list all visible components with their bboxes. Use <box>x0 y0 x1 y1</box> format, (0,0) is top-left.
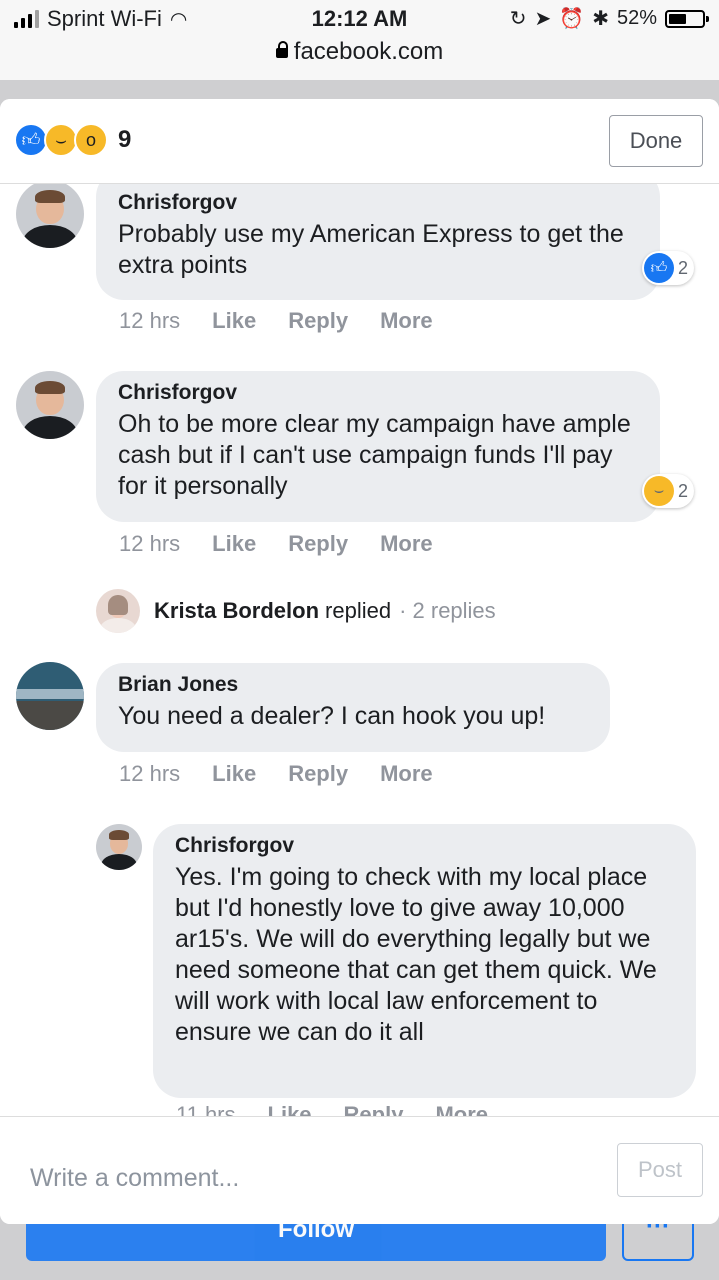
like-button[interactable]: Like <box>212 531 256 557</box>
comment-reaction-badge[interactable]: ⌣ 2 <box>642 474 695 508</box>
comment-composer: Post <box>0 1116 719 1224</box>
reaction-count: 9 <box>118 126 132 153</box>
battery-percent: 52% <box>616 7 657 29</box>
comment-author[interactable]: Chrisforgov <box>118 191 638 215</box>
more-button[interactable]: More <box>435 1102 488 1116</box>
rotation-lock-icon: ↻ <box>509 8 527 30</box>
sheet-header: 👍︎ ⌣ o 9 Done <box>0 99 719 184</box>
done-button[interactable]: Done <box>609 115 703 167</box>
post-button[interactable]: Post <box>617 1143 703 1197</box>
comment-actions: 12 hrs Like Reply More <box>119 308 433 334</box>
comment-input[interactable] <box>28 1157 592 1199</box>
comment-bubble: Chrisforgov Probably use my American Exp… <box>96 183 660 300</box>
replier-name: Krista Bordelon <box>154 598 320 623</box>
comment-text: You need a dealer? I can hook you up! <box>118 702 546 730</box>
comment-time[interactable]: 12 hrs <box>119 761 180 787</box>
reply-time[interactable]: 11 hrs <box>176 1102 236 1116</box>
avatar[interactable] <box>96 824 142 870</box>
battery-icon <box>665 9 709 28</box>
haha-icon: ⌣ <box>644 476 674 506</box>
status-bar: Sprint Wi-Fi ◠ 12:12 AM ↻ ➤ ⏰ ✱ 52% face… <box>0 0 719 80</box>
comment-text: Probably use my American Express to get … <box>118 220 624 279</box>
avatar <box>96 589 140 633</box>
wow-icon: o <box>74 123 108 157</box>
more-button[interactable]: More <box>380 308 433 334</box>
reaction-count: 2 <box>678 480 689 501</box>
comment-author[interactable]: Chrisforgov <box>118 381 638 405</box>
avatar[interactable] <box>16 662 84 730</box>
alarm-icon: ⏰ <box>559 8 585 30</box>
like-button[interactable]: Like <box>212 761 256 787</box>
comment-text: Oh to be more clear my campaign have amp… <box>118 410 631 500</box>
comment-time[interactable]: 12 hrs <box>119 531 180 557</box>
reply-author[interactable]: Chrisforgov <box>175 834 674 858</box>
reply-count: · 2 replies <box>399 598 496 623</box>
url-text: facebook.com <box>293 38 444 65</box>
more-button[interactable]: More <box>380 761 433 787</box>
reply-button[interactable]: Reply <box>288 308 348 334</box>
avatar[interactable] <box>16 371 84 439</box>
avatar[interactable] <box>16 183 84 248</box>
status-icons: ↻ ➤ ⏰ ✱ 52% <box>509 6 709 31</box>
reaction-count: 2 <box>678 257 689 278</box>
reply-button[interactable]: Reply <box>344 1102 404 1116</box>
like-icon: 👍︎ <box>14 123 48 157</box>
comment-author[interactable]: Brian Jones <box>118 673 588 697</box>
comment-reaction-badge[interactable]: 👍︎ 2 <box>642 251 695 285</box>
more-button[interactable]: More <box>380 531 433 557</box>
view-replies-link[interactable]: Krista Bordelon replied · 2 replies <box>96 589 496 633</box>
address-bar[interactable]: facebook.com <box>0 38 719 66</box>
lock-icon <box>275 40 288 58</box>
comment-list[interactable]: Chrisforgov Probably use my American Exp… <box>0 183 719 1116</box>
reply-text: Yes. I'm going to check with my local pl… <box>175 863 657 1046</box>
bluetooth-icon: ✱ <box>592 8 609 30</box>
comment-actions: 12 hrs Like Reply More <box>119 761 433 787</box>
like-icon: 👍︎ <box>644 253 674 283</box>
replied-text: replied <box>325 598 392 623</box>
comments-sheet: 👍︎ ⌣ o 9 Done Chrisforgov Probably use m… <box>0 99 719 1224</box>
reply-bubble: Chrisforgov Yes. I'm going to check with… <box>153 824 696 1098</box>
reply-button[interactable]: Reply <box>288 761 348 787</box>
reply-actions: 11 hrs Like Reply More <box>176 1102 488 1116</box>
like-button[interactable]: Like <box>212 308 256 334</box>
comment-bubble: Chrisforgov Oh to be more clear my campa… <box>96 371 660 522</box>
comment-actions: 12 hrs Like Reply More <box>119 531 433 557</box>
reaction-summary[interactable]: 👍︎ ⌣ o 9 <box>14 123 131 157</box>
haha-icon: ⌣ <box>44 123 78 157</box>
reply-button[interactable]: Reply <box>288 531 348 557</box>
like-button[interactable]: Like <box>268 1102 312 1116</box>
comment-time[interactable]: 12 hrs <box>119 308 180 334</box>
comment-bubble: Brian Jones You need a dealer? I can hoo… <box>96 663 610 752</box>
location-icon: ➤ <box>534 8 552 30</box>
